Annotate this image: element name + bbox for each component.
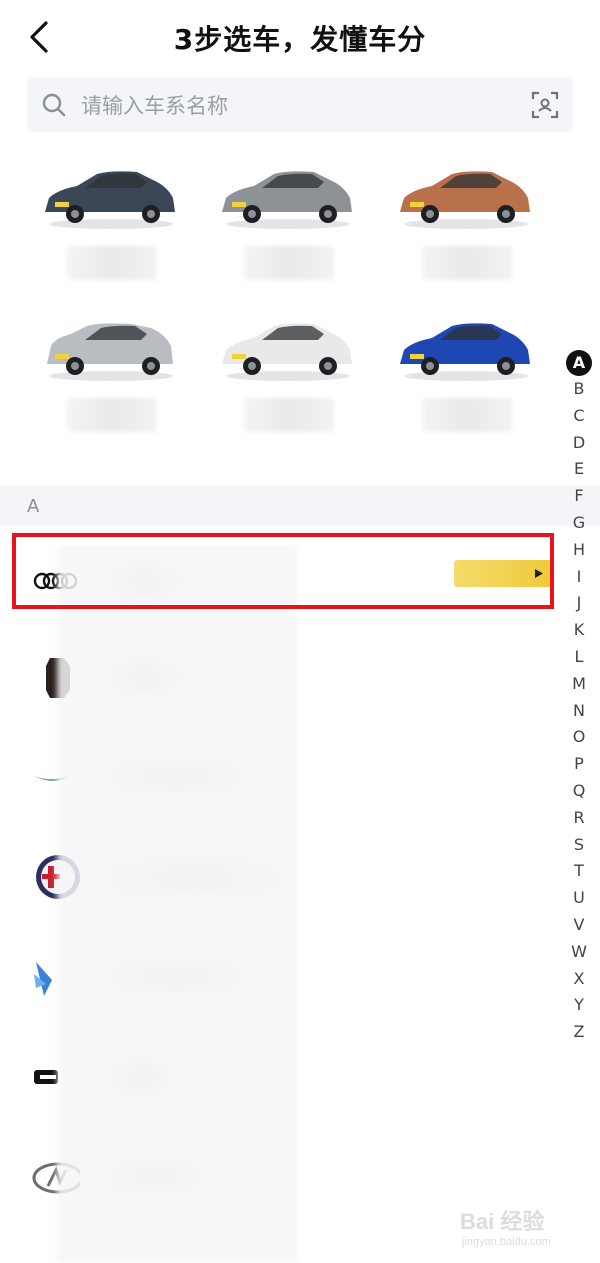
index-letter-i[interactable]: I	[566, 564, 592, 591]
index-letter-v[interactable]: V	[566, 912, 592, 939]
car-item[interactable]	[204, 150, 374, 290]
car-name-blurred	[244, 246, 334, 280]
silver-sedan-icon	[222, 171, 352, 229]
search-input[interactable]	[79, 86, 523, 126]
highlight-annotation-box	[12, 533, 554, 609]
index-letter-t[interactable]: T	[566, 858, 592, 885]
index-letter-f[interactable]: F	[566, 483, 592, 510]
car-item[interactable]	[382, 302, 552, 442]
alphabet-index: ABCDEFGHIJKLMNOPQRSTUVWXYZ	[562, 350, 596, 1046]
car-name-blurred	[422, 246, 512, 280]
index-letter-o[interactable]: O	[566, 724, 592, 751]
index-letter-e[interactable]: E	[566, 456, 592, 483]
scan-icon[interactable]	[531, 91, 559, 119]
search-icon	[42, 93, 66, 117]
index-letter-l[interactable]: L	[566, 644, 592, 671]
index-letter-w[interactable]: W	[566, 939, 592, 966]
watermark-brand: Bai 经验	[460, 1209, 545, 1234]
car-item[interactable]	[382, 150, 552, 290]
index-letter-n[interactable]: N	[566, 698, 592, 725]
car-grid	[0, 150, 560, 450]
search-bar	[27, 78, 573, 132]
index-letter-y[interactable]: Y	[566, 992, 592, 1019]
car-name-blurred	[244, 398, 334, 432]
top-bar: 3步选车，发懂车分	[0, 0, 600, 76]
watermark-url: jingyan.baidu.com	[462, 1236, 551, 1248]
index-letter-s[interactable]: S	[566, 832, 592, 859]
silver-suv-icon	[47, 323, 173, 381]
orange-sedan-icon	[400, 171, 530, 229]
blue-sedan-icon	[400, 323, 530, 381]
index-letter-k[interactable]: K	[566, 617, 592, 644]
dark-blue-sedan-icon	[45, 171, 175, 229]
index-letter-p[interactable]: P	[566, 751, 592, 778]
index-letter-b[interactable]: B	[566, 376, 592, 403]
index-letter-c[interactable]: C	[566, 403, 592, 430]
index-letter-m[interactable]: M	[566, 671, 592, 698]
index-letter-g[interactable]: G	[566, 510, 592, 537]
blurred-brand-names	[57, 546, 297, 1263]
index-letter-u[interactable]: U	[566, 885, 592, 912]
index-letter-h[interactable]: H	[566, 537, 592, 564]
page-title: 3步选车，发懂车分	[173, 23, 427, 56]
car-name-blurred	[67, 398, 157, 432]
index-letter-a[interactable]: A	[566, 350, 592, 376]
index-letter-r[interactable]: R	[566, 805, 592, 832]
section-header-a: A	[0, 486, 600, 526]
car-name-blurred	[67, 246, 157, 280]
section-letter: A	[27, 496, 40, 517]
baidu-jingyan-watermark: Bai 经验 jingyan.baidu.com	[456, 1196, 586, 1256]
car-item[interactable]	[204, 302, 374, 442]
index-letter-x[interactable]: X	[566, 966, 592, 993]
index-letter-q[interactable]: Q	[566, 778, 592, 805]
car-item[interactable]	[27, 302, 197, 442]
index-letter-d[interactable]: D	[566, 430, 592, 457]
white-sedan-icon	[222, 323, 352, 381]
index-letter-z[interactable]: Z	[566, 1019, 592, 1046]
index-letter-j[interactable]: J	[566, 590, 592, 617]
car-name-blurred	[422, 398, 512, 432]
car-item[interactable]	[27, 150, 197, 290]
